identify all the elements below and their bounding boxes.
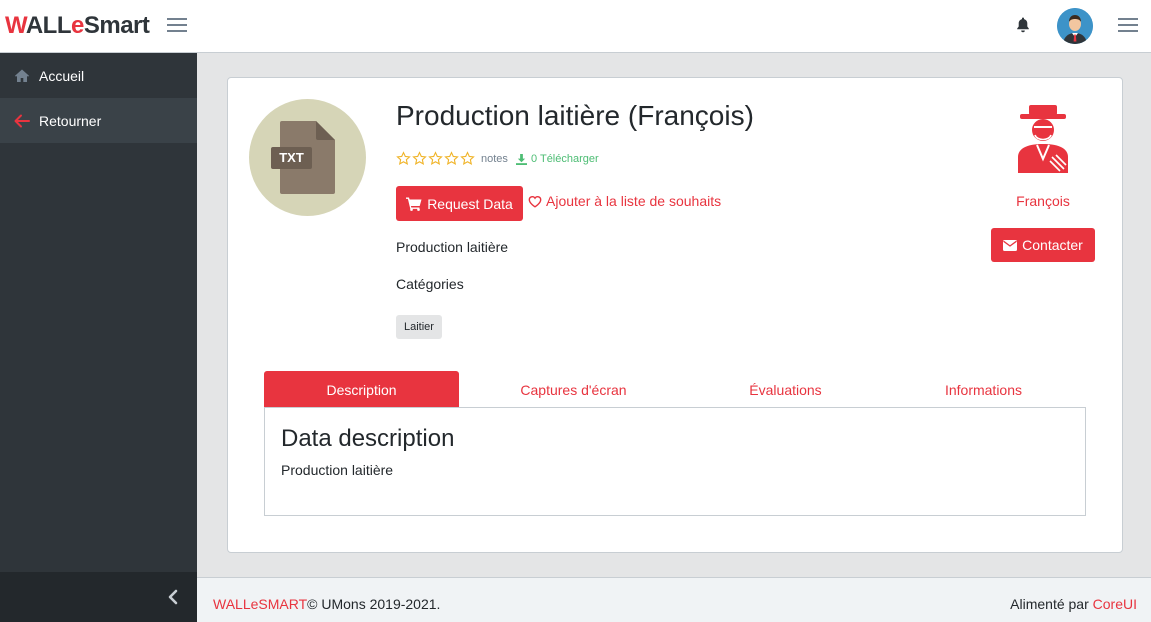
tab-reviews[interactable]: Évaluations — [688, 371, 883, 408]
sidebar-item-label: Retourner — [39, 112, 102, 129]
arrow-left-icon — [14, 114, 30, 127]
brand-ll: LL — [42, 12, 72, 39]
footer-copyright-text: © UMons 2019-2021. — [307, 596, 441, 612]
add-to-wishlist-link[interactable]: Ajouter à la liste de souhaits — [528, 193, 721, 209]
footer-powered-by: Alimenté par CoreUI — [1010, 596, 1137, 612]
user-avatar[interactable] — [1057, 8, 1093, 44]
request-data-button[interactable]: Request Data — [396, 186, 523, 221]
tab-screenshots[interactable]: Captures d'écran — [476, 371, 671, 408]
tab-description[interactable]: Description — [264, 371, 459, 408]
download-count: 0 Télécharger — [531, 153, 599, 165]
contact-button[interactable]: Contacter — [991, 228, 1095, 262]
bell-icon[interactable] — [1016, 17, 1030, 33]
file-type-thumbnail: TXT — [249, 99, 366, 216]
owner-avatar-icon — [1018, 105, 1068, 173]
category-tag[interactable]: Laitier — [396, 315, 442, 339]
request-data-label: Request Data — [427, 195, 513, 212]
powered-by-text: Alimenté par — [1010, 596, 1089, 612]
brand-smart: Smart — [83, 12, 150, 39]
tab-pane-description: Data description Production laitière — [264, 407, 1086, 516]
sidebar-item-retourner[interactable]: Retourner — [0, 98, 197, 143]
footer-brand-link[interactable]: WALLeSMART — [213, 596, 307, 612]
product-short-description: Production laitière — [396, 239, 509, 255]
sidebar-item-accueil[interactable]: Accueil — [0, 53, 197, 98]
aside-menu-toggle-icon[interactable] — [1118, 17, 1138, 33]
chevron-left-icon[interactable] — [167, 589, 179, 605]
coreui-link[interactable]: CoreUI — [1093, 596, 1137, 612]
star-empty-icon[interactable] — [396, 151, 411, 166]
download-icon — [516, 153, 527, 165]
shopping-cart-icon — [406, 197, 422, 211]
star-empty-icon[interactable] — [460, 151, 475, 166]
categories-heading: Catégories — [396, 276, 464, 292]
owner-name-link[interactable]: François — [1008, 193, 1078, 209]
home-icon — [15, 69, 29, 82]
brand-logo[interactable]: WALLeSmart — [5, 11, 150, 41]
star-empty-icon[interactable] — [444, 151, 459, 166]
app-footer: WALLeSMART© UMons 2019-2021. Alimenté pa… — [197, 577, 1151, 622]
sidebar-toggle-icon[interactable] — [167, 17, 187, 33]
product-title: Production laitière (François) — [396, 100, 754, 131]
brand-w: W — [5, 12, 26, 39]
envelope-icon — [1003, 239, 1018, 251]
sidebar: Accueil Retourner — [0, 53, 197, 622]
product-tabs: Description Captures d'écran Évaluations… — [264, 371, 1086, 408]
app-header: WALLeSmart — [0, 0, 1151, 53]
sidebar-footer — [0, 572, 197, 622]
heart-icon — [528, 195, 542, 208]
sidebar-item-label: Accueil — [39, 67, 85, 84]
data-description-text: Production laitière — [281, 462, 394, 478]
rating-notes-label: notes — [481, 153, 508, 165]
file-type-label: TXT — [279, 150, 304, 165]
star-empty-icon[interactable] — [412, 151, 427, 166]
product-card: TXT Production laitière (François) notes… — [227, 77, 1123, 553]
star-empty-icon[interactable] — [428, 151, 443, 166]
tab-informations[interactable]: Informations — [886, 371, 1081, 408]
contact-label: Contacter — [1022, 237, 1083, 253]
data-description-heading: Data description — [281, 425, 455, 452]
brand-a: A — [25, 12, 43, 39]
footer-copyright: WALLeSMART© UMons 2019-2021. — [213, 596, 440, 612]
download-link[interactable]: 0 Télécharger — [516, 153, 599, 165]
brand-e: e — [71, 12, 84, 39]
wishlist-label: Ajouter à la liste de souhaits — [546, 193, 722, 209]
rating-stars[interactable] — [396, 151, 475, 166]
